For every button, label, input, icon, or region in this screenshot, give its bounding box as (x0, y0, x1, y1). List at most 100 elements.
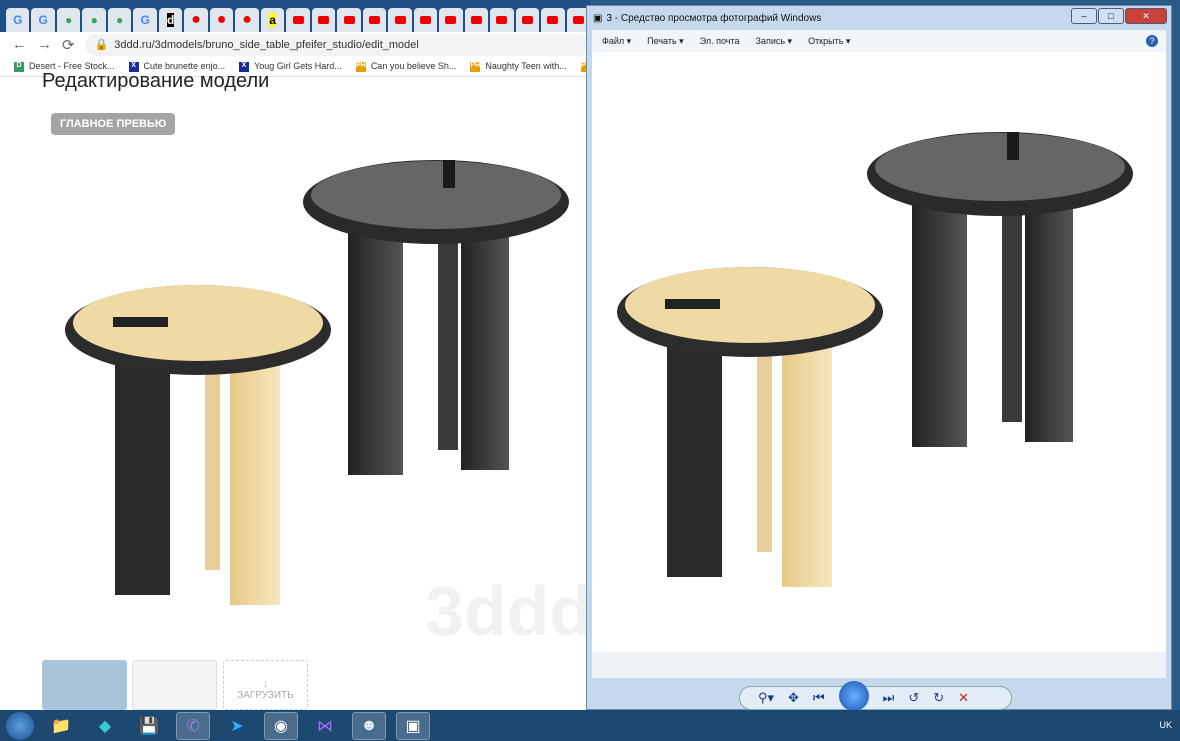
zoom-icon[interactable]: ⚲▾ (758, 690, 774, 706)
reload-icon[interactable]: ⟳ (62, 36, 75, 54)
red-circle-icon: ● (242, 11, 252, 28)
3dsmax-icon[interactable]: ◆ (88, 712, 122, 740)
browser-tab[interactable]: ● (209, 8, 234, 32)
chrome-icon[interactable]: ◉ (264, 711, 298, 740)
maximize-button[interactable]: □ (1098, 8, 1124, 24)
browser-tab[interactable] (362, 8, 387, 32)
floppy-icon[interactable]: 💾 (132, 712, 166, 740)
photo-viewer-icon[interactable]: ▣ (396, 711, 430, 740)
delete-icon[interactable]: ✕ (958, 690, 969, 706)
youtube-icon (496, 16, 508, 24)
youtube-icon (572, 16, 584, 24)
visual-studio-icon[interactable]: ⋈ (308, 712, 342, 740)
bookmark-icon: PH (355, 61, 366, 72)
menu-item[interactable]: Открыть ▾ (808, 36, 850, 47)
youtube-icon (292, 16, 304, 24)
main-preview-button[interactable]: ГЛАВНОЕ ПРЕВЬЮ (51, 113, 176, 135)
browser-tab[interactable]: ● (107, 8, 132, 32)
bookmark-item[interactable]: PH Can you believe Sh... (355, 61, 456, 72)
menu-item[interactable]: Файл ▾ (602, 36, 631, 47)
rotate-left-icon[interactable]: ↺ (908, 690, 919, 706)
upload-button[interactable]: ↓ ЗАГРУЗИТЬ (223, 660, 308, 710)
tab-favicon: a (269, 13, 276, 27)
browser-tab[interactable]: ● (184, 8, 208, 32)
youtube-icon (521, 16, 533, 24)
tab-favicon: d (166, 13, 175, 27)
telegram-icon[interactable]: ➤ (220, 712, 254, 740)
menu-item[interactable]: Эл. почта (700, 36, 740, 46)
previous-icon[interactable]: ⏮ (813, 690, 825, 706)
browser-tab[interactable]: G (133, 8, 157, 32)
browser-window: G G ● ● ● Gd ● ● ● a ← → ⟳ 🔒 3ddd.ru/3dmodels/brun… (0, 0, 591, 710)
page-title: Редактирование модели (42, 70, 270, 92)
browser-tab[interactable] (337, 8, 361, 32)
app-icon: ▣ (593, 12, 603, 24)
light-table (65, 285, 331, 605)
explorer-icon[interactable]: 📁 (44, 712, 78, 740)
lock-icon: 🔒 (94, 39, 109, 51)
browser-tab[interactable]: G (31, 8, 55, 32)
viewer-image (617, 132, 1133, 587)
browser-tab[interactable]: G (6, 8, 30, 32)
forward-icon[interactable]: → (37, 36, 52, 53)
menu-item[interactable]: Печать ▾ (647, 36, 684, 47)
language-indicator[interactable]: UK (1159, 720, 1172, 730)
browser-tab[interactable] (311, 8, 336, 32)
close-button[interactable]: ✕ (1125, 8, 1167, 24)
browser-tab[interactable] (439, 8, 463, 32)
bookmark-item[interactable]: PH Naughty Teen with... (470, 61, 567, 72)
youtube-icon (394, 16, 406, 24)
browser-tab[interactable]: ● (235, 8, 259, 32)
youtube-icon (419, 16, 431, 24)
viewer-menu: Файл ▾ Печать ▾ Эл. почта Запись ▾ Открыть ▾… (592, 30, 1166, 52)
menu-item[interactable]: Запись ▾ (756, 36, 793, 47)
browser-tab[interactable] (515, 8, 540, 32)
discord-icon[interactable]: ☻ (352, 711, 386, 740)
maps-icon: ● (116, 13, 124, 27)
browser-tab[interactable] (541, 8, 565, 32)
product-image: 3ddd (65, 160, 588, 650)
watermark: 3ddd (425, 572, 588, 650)
dark-table (303, 160, 569, 475)
tab-strip: G G ● ● ● Gd ● ● ● a (0, 0, 591, 32)
browser-tab[interactable] (388, 8, 412, 32)
tab-favicon: G (13, 13, 23, 27)
next-icon[interactable]: ⏭ (883, 690, 895, 706)
browser-tab[interactable] (286, 8, 310, 32)
browser-tab[interactable]: ● (56, 8, 81, 32)
browser-tab[interactable] (490, 8, 514, 32)
viewer-toolbar: ⚲▾ ✥ ⏮ ⏭ ↺ ↻ ✕ (739, 681, 1012, 711)
rotate-right-icon[interactable]: ↻ (933, 690, 944, 706)
address-bar-row: ← → ⟳ 🔒 3ddd.ru/3dmodels/bruno_side_table… (0, 32, 590, 57)
youtube-icon (470, 16, 482, 24)
browser-tab[interactable]: ● (82, 8, 106, 32)
taskbar: 📁 ◆ 💾 ✆ ➤ ◉ ⋈ ☻ ▣ (0, 710, 1180, 741)
help-icon[interactable]: ? (1146, 35, 1158, 47)
youtube-icon (547, 16, 559, 24)
browser-tab[interactable]: a (260, 8, 285, 32)
viber-icon[interactable]: ✆ (176, 711, 210, 740)
light-table (617, 267, 883, 587)
thumbnail-2[interactable] (132, 660, 217, 710)
photo-viewer-window: ▣ 3 - Средство просмотра фотографий Windo… (586, 5, 1172, 711)
red-circle-icon: ● (191, 11, 201, 28)
browser-tab[interactable]: d (158, 8, 183, 32)
youtube-icon (369, 16, 381, 24)
bookmark-icon: PH (470, 61, 481, 72)
youtube-icon (445, 16, 457, 24)
slideshow-icon[interactable] (838, 681, 869, 711)
tab-favicon: G (140, 13, 150, 27)
tab-favicon: G (38, 13, 48, 27)
url-input[interactable]: 🔒 3ddd.ru/3dmodels/bruno_side_table_pfeif… (84, 33, 590, 56)
browser-tab[interactable] (464, 8, 489, 32)
fit-icon[interactable]: ✥ (788, 690, 799, 706)
minimize-button[interactable]: – (1071, 8, 1097, 24)
thumbnail-1[interactable] (42, 660, 127, 710)
start-button[interactable] (6, 711, 34, 740)
back-icon[interactable]: ← (12, 36, 27, 53)
browser-tab[interactable] (413, 8, 438, 32)
info-strip (592, 652, 1166, 678)
dark-table (867, 132, 1133, 447)
bookmark-icon: D (14, 61, 24, 72)
maps-icon: ● (90, 13, 98, 27)
